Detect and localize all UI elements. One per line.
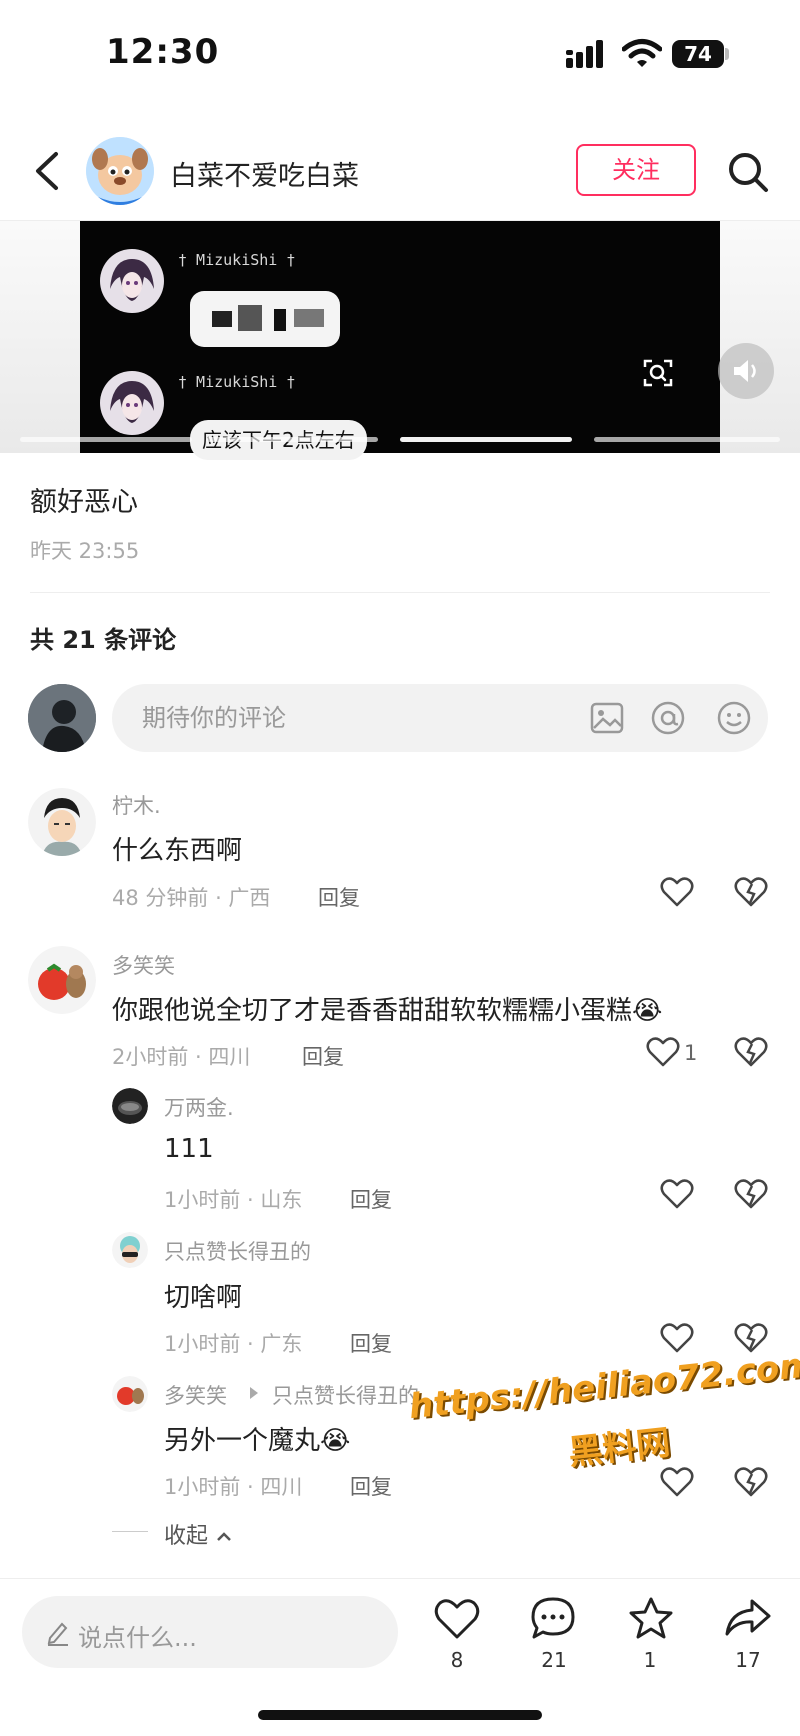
reply-to-name[interactable]: 只点赞长得丑的 — [272, 1380, 419, 1410]
reply-button[interactable]: 回复 — [350, 1471, 392, 1501]
reply-text: 切啥啊 — [164, 1283, 243, 1313]
image-icon[interactable] — [590, 702, 624, 734]
favorite-count: 1 — [643, 1648, 657, 1672]
collapse-divider — [112, 1531, 148, 1532]
battery-tip — [725, 48, 729, 60]
dislike-icon[interactable] — [734, 876, 768, 908]
reply-meta: 1小时前 · 四川 — [164, 1475, 303, 1499]
emoji-icon[interactable] — [716, 700, 752, 736]
mute-button[interactable] — [718, 343, 774, 399]
reply-button[interactable]: 回复 — [350, 1184, 392, 1214]
watermark-url: https://heiliao72.com — [407, 1344, 800, 1428]
search-icon[interactable] — [726, 150, 770, 194]
image-page-indicator — [20, 437, 780, 443]
comment-count: 共 21 条评论 — [30, 626, 177, 654]
comment-post-count: 21 — [541, 1648, 567, 1672]
replier-name[interactable]: 多笑笑 — [164, 1380, 227, 1410]
like-icon[interactable] — [646, 1036, 680, 1068]
home-indicator — [258, 1710, 542, 1720]
mention-icon[interactable] — [650, 700, 686, 736]
dislike-icon[interactable] — [734, 1466, 768, 1498]
comment-text: 你跟他说全切了才是香香甜甜软软糯糯小蛋糕😭 — [112, 996, 663, 1026]
scan-icon[interactable] — [642, 357, 674, 389]
chat-avatar-icon — [100, 371, 164, 435]
reply-text: 111 — [164, 1134, 214, 1164]
comment-post-icon[interactable] — [530, 1596, 576, 1640]
like-icon[interactable] — [660, 1178, 694, 1210]
reply-button[interactable]: 回复 — [318, 882, 360, 912]
post-image[interactable]: † MizukiShi † † MizukiShi † — [80, 221, 720, 453]
reply-button[interactable]: 回复 — [302, 1041, 344, 1071]
dislike-icon[interactable] — [734, 1178, 768, 1210]
chevron-up-icon — [217, 1532, 231, 1541]
favorite-star-icon[interactable] — [628, 1596, 674, 1640]
comment-text: 什么东西啊 — [112, 836, 243, 866]
speaker-icon — [734, 360, 756, 382]
chat-username: † MizukiShi † — [178, 251, 296, 269]
dislike-icon[interactable] — [734, 1036, 768, 1068]
bottom-divider — [0, 1578, 800, 1579]
like-post-count: 8 — [450, 1648, 464, 1672]
comment-meta: 2小时前 · 四川 — [112, 1045, 251, 1069]
like-count: 1 — [684, 1041, 698, 1065]
chat-username: † MizukiShi † — [178, 373, 296, 391]
commenter-name[interactable]: 柠木. — [112, 790, 161, 820]
like-icon[interactable] — [660, 1322, 694, 1354]
replier-name[interactable]: 万两金. — [164, 1092, 234, 1122]
like-icon[interactable] — [660, 876, 694, 908]
collapse-label: 收起 — [164, 1524, 209, 1549]
replier-avatar[interactable] — [112, 1088, 148, 1124]
comment-meta: 48 分钟前 · 广西 — [112, 886, 271, 910]
commenter-avatar[interactable] — [28, 946, 96, 1014]
status-time: 12:30 — [106, 32, 220, 72]
share-count: 17 — [735, 1648, 761, 1672]
reply-meta: 1小时前 · 山东 — [164, 1188, 303, 1212]
replier-avatar[interactable] — [112, 1232, 148, 1268]
post-time: 昨天 23:55 — [30, 539, 140, 563]
replier-avatar[interactable] — [112, 1376, 148, 1412]
reply-text: 另外一个魔丸😭 — [164, 1426, 351, 1456]
back-icon[interactable] — [32, 150, 62, 192]
author-avatar[interactable] — [86, 137, 154, 205]
post-text: 额好恶心 — [30, 487, 138, 518]
reply-meta: 1小时前 · 广东 — [164, 1332, 303, 1356]
my-avatar — [28, 684, 96, 752]
blurred-message — [190, 291, 340, 347]
follow-button[interactable]: 关注 — [576, 144, 696, 196]
commenter-avatar[interactable] — [28, 788, 96, 856]
commenter-name[interactable]: 多笑笑 — [112, 950, 175, 980]
like-icon[interactable] — [660, 1466, 694, 1498]
reply-arrow-icon — [250, 1387, 258, 1399]
say-something-placeholder: 说点什么... — [78, 1624, 197, 1652]
watermark-name: 黑料网 — [566, 1422, 673, 1474]
signal-icon — [566, 40, 603, 68]
chat-avatar-icon — [100, 249, 164, 313]
like-post-icon[interactable] — [434, 1598, 480, 1640]
share-icon[interactable] — [724, 1598, 772, 1638]
author-name[interactable]: 白菜不爱吃白菜 — [170, 154, 359, 193]
wifi-icon — [622, 39, 662, 67]
divider — [30, 592, 770, 593]
battery-indicator: 74 — [672, 40, 724, 68]
pen-icon — [47, 1622, 68, 1646]
reply-button[interactable]: 回复 — [350, 1328, 392, 1358]
replier-name[interactable]: 只点赞长得丑的 — [164, 1236, 311, 1266]
collapse-replies-button[interactable]: 收起 — [164, 1518, 233, 1550]
